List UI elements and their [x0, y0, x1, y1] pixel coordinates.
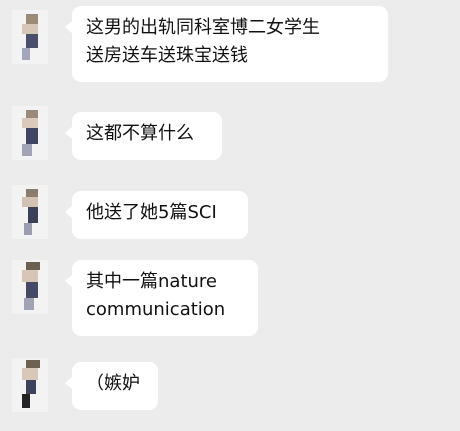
message-bubble[interactable]: 其中一篇nature communication: [65, 260, 258, 336]
message-bubble[interactable]: 他送了她5篇SCI: [65, 191, 248, 239]
message-bubble[interactable]: （嫉妒: [65, 362, 158, 410]
avatar[interactable]: [12, 10, 48, 64]
avatar[interactable]: [12, 185, 48, 239]
chat-screen: { "messages": [ {"text": "这男的出轨同科室博二女学生\…: [0, 0, 460, 431]
message-bubble[interactable]: 这都不算什么: [65, 112, 222, 160]
avatar[interactable]: [12, 260, 48, 314]
avatar[interactable]: [12, 358, 48, 412]
avatar[interactable]: [12, 106, 48, 160]
message-bubble[interactable]: 这男的出轨同科室博二女学生 送房送车送珠宝送钱: [65, 6, 388, 82]
